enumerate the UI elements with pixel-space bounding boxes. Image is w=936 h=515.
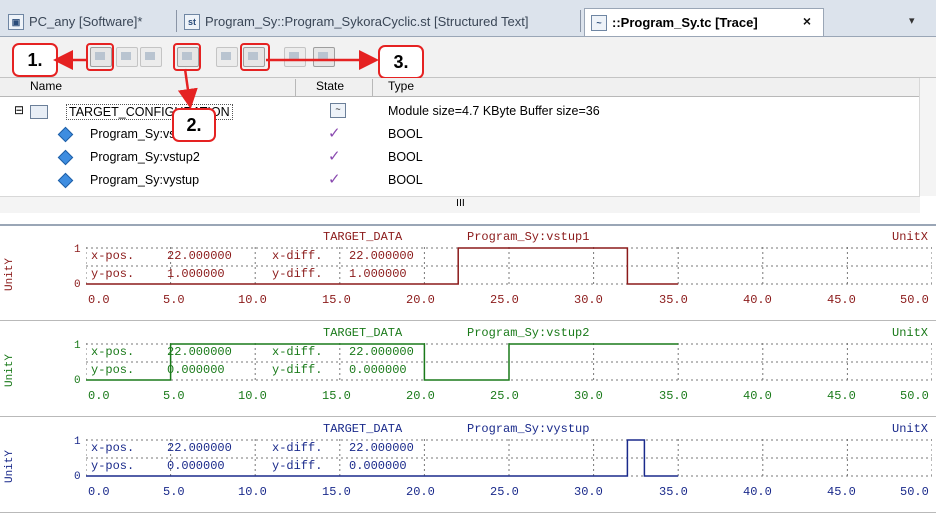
annotation-arrows — [53, 50, 379, 109]
arrow-to-callout-2 — [177, 68, 198, 109]
